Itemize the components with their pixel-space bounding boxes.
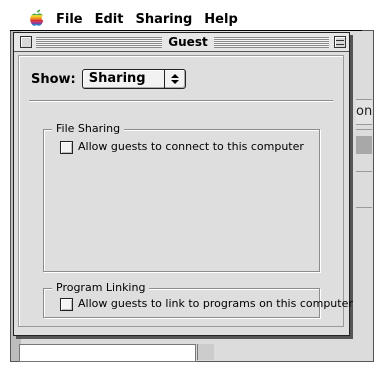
title-bar-stripes <box>36 37 162 48</box>
guest-window: Guest Show: Sharing File Sharing Allow g… <box>13 32 353 336</box>
collapse-box-icon[interactable] <box>334 36 346 48</box>
window-title-bar[interactable]: Guest <box>14 33 349 52</box>
allow-guests-connect-row[interactable]: Allow guests to connect to this computer <box>60 140 304 154</box>
menu-edit[interactable]: Edit <box>95 12 124 27</box>
show-popup-menu[interactable]: Sharing <box>81 69 186 89</box>
program-linking-group: Program Linking Allow guests to link to … <box>43 281 353 318</box>
background-row-divider <box>356 207 372 208</box>
allow-guests-link-row[interactable]: Allow guests to link to programs on this… <box>60 297 353 311</box>
menu-help[interactable]: Help <box>204 12 237 27</box>
allow-guests-link-label[interactable]: Allow guests to link to programs on this… <box>78 297 353 311</box>
show-popup-value: Sharing <box>88 71 146 86</box>
menu-sharing[interactable]: Sharing <box>135 12 192 27</box>
separator <box>29 100 333 102</box>
background-scroll-corner <box>197 344 214 360</box>
show-row: Show: Sharing <box>31 68 186 90</box>
background-scroll-field[interactable] <box>19 344 196 362</box>
allow-guests-connect-checkbox[interactable] <box>60 140 73 154</box>
settings-panel: Show: Sharing File Sharing Allow guests … <box>18 55 353 327</box>
program-linking-title: Program Linking <box>52 281 150 295</box>
popup-arrows-icon <box>163 70 185 88</box>
menu-file[interactable]: File <box>56 12 83 27</box>
background-row-divider <box>356 171 372 172</box>
background-column-header-text: on <box>356 104 372 119</box>
background-column-header[interactable]: on <box>356 99 372 125</box>
allow-guests-link-checkbox[interactable] <box>60 297 73 311</box>
file-sharing-title: File Sharing <box>52 122 125 136</box>
title-bar-stripes <box>214 37 329 48</box>
allow-guests-connect-label[interactable]: Allow guests to connect to this computer <box>78 140 304 154</box>
apple-menu-icon[interactable] <box>26 9 48 29</box>
close-box-icon[interactable] <box>20 36 32 48</box>
background-row-divider <box>356 129 372 130</box>
file-sharing-group: File Sharing Allow guests to connect to … <box>43 122 320 272</box>
menu-bar: File Edit Sharing Help <box>10 8 362 31</box>
show-label: Show: <box>31 71 76 87</box>
window-title: Guest <box>168 35 208 49</box>
background-selected-row[interactable] <box>356 136 372 154</box>
